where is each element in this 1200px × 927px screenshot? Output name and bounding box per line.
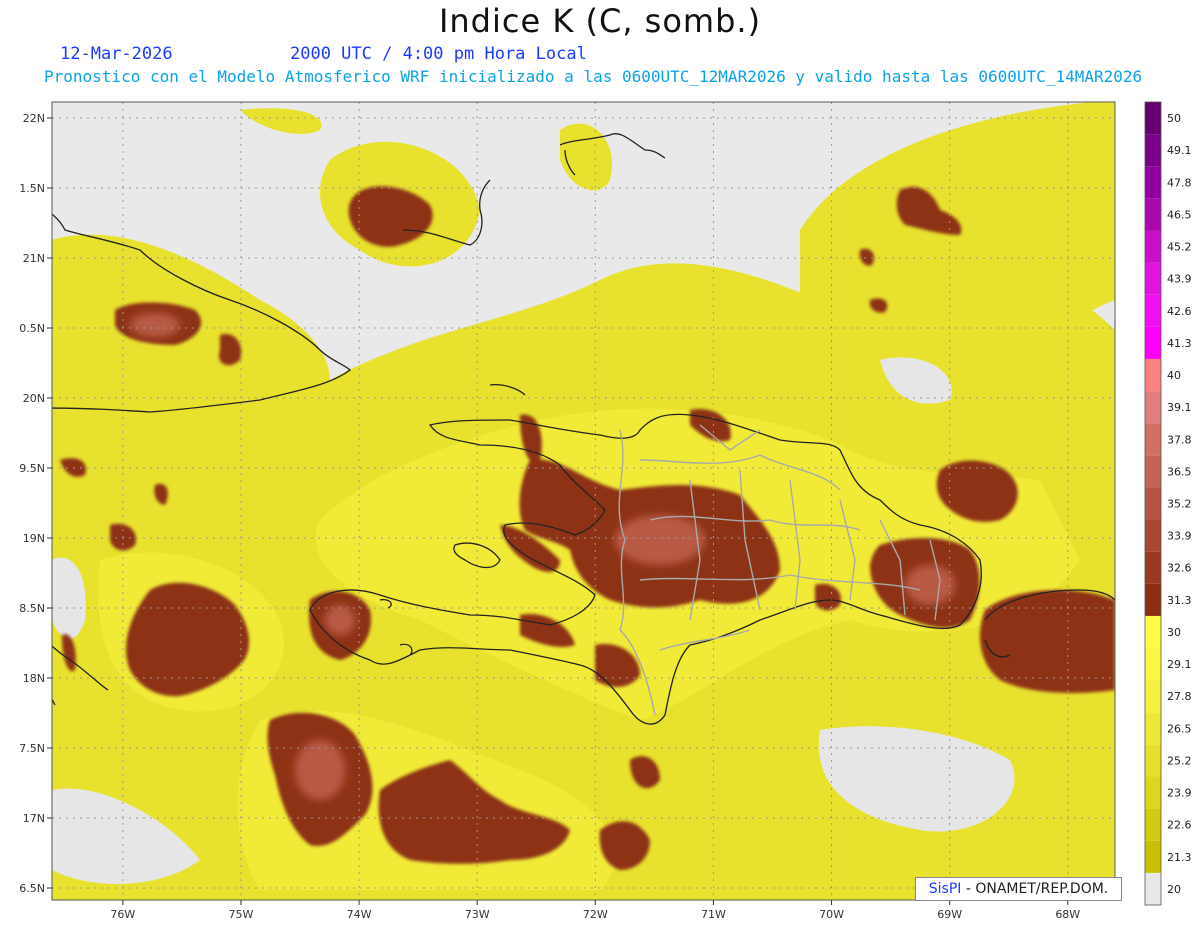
colorbar-swatch <box>1145 262 1161 295</box>
x-tick-label: 72W <box>583 908 608 921</box>
colorbar-label: 21.3 <box>1167 851 1192 864</box>
colorbar-swatch <box>1145 583 1161 616</box>
y-axis: 6.5N 17N 7.5N 18N 8.5N 19N 9.5N 20N 0.5N 21N 1.5N 2… <box>19 112 52 895</box>
x-tick-label: 70W <box>819 908 844 921</box>
credit-brand: SisPI <box>928 881 962 897</box>
colorbar-label: 30 <box>1167 626 1181 639</box>
colorbar-label: 26.5 <box>1167 722 1192 735</box>
y-tick-label: 0.5N <box>19 322 45 335</box>
colorbar-label: 47.8 <box>1167 176 1192 189</box>
colorbar-swatch <box>1145 358 1161 392</box>
colorbar-label: 43.9 <box>1167 273 1192 286</box>
k-index-map: 76W 75W 74W 73W 72W 71W 70W 69W 68W 6.5N 17N 7.5N 1… <box>19 101 1192 921</box>
y-tick-label: 6.5N <box>19 882 45 895</box>
colorbar-label: 23.9 <box>1167 787 1192 800</box>
colorbar-swatch <box>1145 102 1161 135</box>
x-axis: 76W 75W 74W 73W 72W 71W 70W 69W 68W <box>110 900 1080 921</box>
colorbar-label: 49.1 <box>1167 144 1192 157</box>
colorbar-label: 33.9 <box>1167 530 1192 543</box>
colorbar-swatch <box>1145 744 1161 777</box>
colorbar-label: 35.2 <box>1167 498 1192 511</box>
y-tick-label: 17N <box>23 812 45 825</box>
x-tick-label: 76W <box>110 908 135 921</box>
colorbar-label: 50 <box>1167 112 1181 125</box>
colorbar-swatch <box>1145 840 1161 873</box>
credit-box: SisPI - ONAMET/REP.DOM. <box>915 877 1122 901</box>
y-tick-label: 19N <box>23 532 45 545</box>
colorbar-swatch <box>1145 455 1161 488</box>
colorbar-label: 36.5 <box>1167 465 1192 478</box>
y-tick-label: 7.5N <box>19 742 45 755</box>
colorbar-swatch <box>1145 134 1161 167</box>
x-tick-label: 74W <box>347 908 372 921</box>
colorbar-swatch <box>1145 551 1161 584</box>
colorbar-label: 25.2 <box>1167 754 1192 767</box>
y-tick-label: 8.5N <box>19 602 45 615</box>
colorbar-label: 29.1 <box>1167 658 1192 671</box>
colorbar-swatch <box>1145 294 1161 327</box>
colorbar-swatch <box>1145 680 1161 713</box>
colorbar-label: 37.8 <box>1167 433 1192 446</box>
colorbar-label: 45.2 <box>1167 241 1192 254</box>
x-tick-label: 73W <box>465 908 490 921</box>
credit-org: - ONAMET/REP.DOM. <box>965 881 1109 897</box>
colorbar-swatch <box>1145 423 1161 456</box>
colorbar-swatch <box>1145 776 1161 809</box>
colorbar: 20 21.3 22.6 23.9 25.2 26.5 27.8 29.1 30 31.3 32.6… <box>1144 101 1192 906</box>
colorbar-swatch <box>1145 487 1161 520</box>
colorbar-swatch <box>1145 166 1161 199</box>
colorbar-label: 41.3 <box>1167 337 1192 350</box>
colorbar-swatch <box>1145 808 1161 841</box>
x-tick-label: 71W <box>701 908 726 921</box>
colorbar-label: 22.6 <box>1167 819 1192 832</box>
colorbar-label: 20 <box>1167 883 1181 896</box>
y-tick-label: 21N <box>23 252 45 265</box>
colorbar-swatch <box>1145 391 1161 424</box>
colorbar-label: 27.8 <box>1167 690 1192 703</box>
colorbar-swatch <box>1145 615 1161 649</box>
colorbar-label: 31.3 <box>1167 594 1192 607</box>
colorbar-swatch <box>1145 198 1161 231</box>
y-tick-label: 18N <box>23 672 45 685</box>
colorbar-swatch <box>1145 230 1161 263</box>
colorbar-swatch <box>1145 519 1161 552</box>
y-tick-label: 22N <box>23 112 45 125</box>
colorbar-swatch <box>1145 712 1161 745</box>
colorbar-label: 39.1 <box>1167 401 1192 414</box>
colorbar-label: 46.5 <box>1167 208 1192 221</box>
y-tick-label: 1.5N <box>19 182 45 195</box>
x-tick-label: 68W <box>1055 908 1080 921</box>
colorbar-label: 32.6 <box>1167 562 1192 575</box>
y-tick-label: 9.5N <box>19 462 45 475</box>
colorbar-swatch <box>1145 648 1161 681</box>
y-tick-label: 20N <box>23 392 45 405</box>
colorbar-label: 42.6 <box>1167 305 1192 318</box>
colorbar-swatch <box>1145 872 1161 905</box>
x-tick-label: 75W <box>229 908 254 921</box>
colorbar-swatch <box>1145 326 1161 359</box>
x-tick-label: 69W <box>937 908 962 921</box>
colorbar-label: 40 <box>1167 369 1181 382</box>
